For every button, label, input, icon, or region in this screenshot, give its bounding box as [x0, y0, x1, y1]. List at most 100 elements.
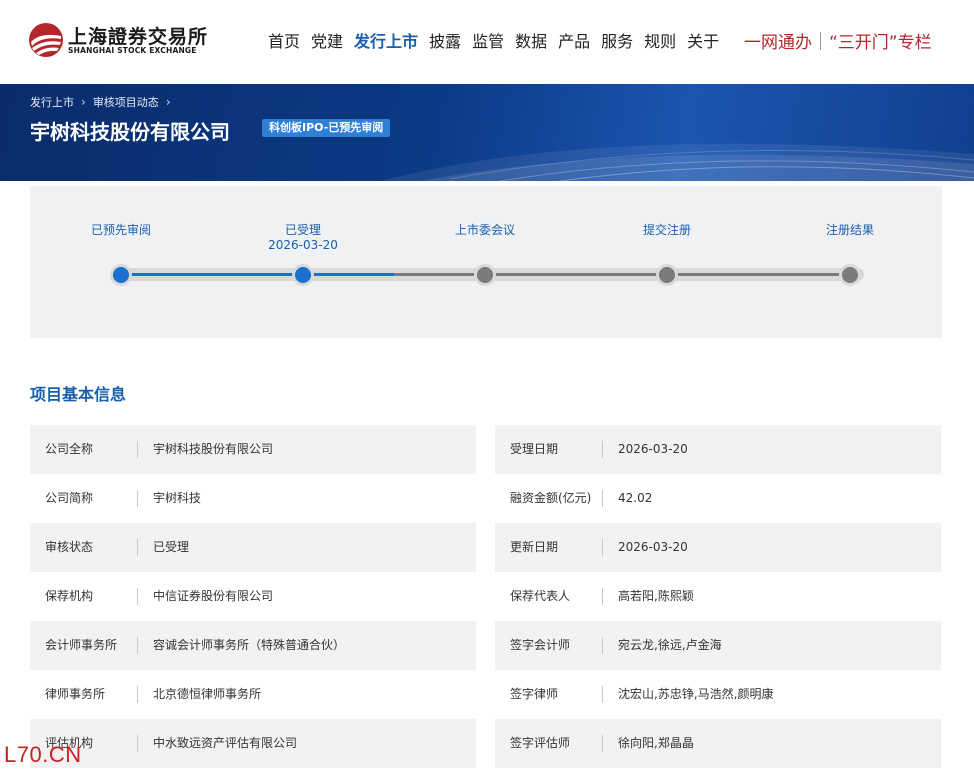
- progress-dot-complete: [110, 264, 132, 286]
- info-value: 中水致远资产评估有限公司: [153, 736, 298, 750]
- info-value: 已受理: [153, 540, 190, 554]
- info-row: 审核状态 已受理: [30, 523, 476, 572]
- progress-dot-pending: [474, 264, 496, 286]
- info-divider: [602, 588, 603, 605]
- info-value: 徐向阳,郑晶晶: [618, 736, 694, 750]
- info-label: 签字律师: [510, 687, 559, 701]
- progress-step-label: 注册结果: [826, 223, 874, 238]
- info-row: 签字会计师 宛云龙,徐远,卢金海: [495, 621, 941, 670]
- sse-logo[interactable]: 上海證券交易所 SHANGHAI STOCK EXCHANGE: [28, 20, 208, 60]
- progress-step-name: 上市委会议: [454, 223, 516, 237]
- nav-item[interactable]: 规则: [644, 28, 676, 52]
- info-label: 公司全称: [45, 442, 94, 456]
- info-label: 签字会计师: [510, 638, 571, 652]
- quick-link-one-stop[interactable]: 一网通办: [744, 28, 812, 53]
- progress-step-name: 提交注册: [642, 223, 692, 237]
- info-value: 沈宏山,苏忠铮,马浩然,颜明康: [618, 687, 774, 701]
- info-value: 42.02: [618, 491, 653, 505]
- progress-step-date: 2026-03-20: [268, 238, 338, 252]
- info-divider: [602, 637, 603, 654]
- nav-item[interactable]: 首页: [268, 28, 300, 52]
- info-divider: [137, 441, 138, 458]
- nav-item[interactable]: 党建: [311, 28, 343, 52]
- breadcrumb-review-news[interactable]: 审核项目动态: [93, 94, 159, 110]
- top-header: 上海證券交易所 SHANGHAI STOCK EXCHANGE 首页 党建 发行上市…: [0, 0, 974, 84]
- info-row: 公司简称 宇树科技: [30, 474, 476, 523]
- info-divider: [137, 686, 138, 703]
- nav-item[interactable]: 服务: [601, 28, 633, 52]
- breadcrumb: 发行上市 › 审核项目动态 ›: [30, 94, 178, 110]
- info-value: 容诚会计师事务所（特殊普通合伙）: [153, 638, 346, 652]
- info-row: 评估机构 中水致远资产评估有限公司: [30, 719, 476, 768]
- info-label: 审核状态: [45, 540, 94, 554]
- info-label: 会计师事务所: [45, 638, 118, 652]
- info-label: 律师事务所: [45, 687, 106, 701]
- progress-step-label: 提交注册: [643, 223, 691, 238]
- info-label: 签字评估师: [510, 736, 571, 750]
- info-value: 2026-03-20: [618, 442, 688, 456]
- info-value: 宇树科技: [153, 491, 202, 505]
- progress-step-name: 注册结果: [825, 223, 875, 237]
- info-divider: [137, 539, 138, 556]
- info-row: 保荐代表人 高若阳,陈熙颖: [495, 572, 941, 621]
- nav-item[interactable]: 披露: [429, 28, 461, 52]
- info-divider: [137, 735, 138, 752]
- info-row: 公司全称 宇树科技股份有限公司: [30, 425, 476, 474]
- project-banner: 发行上市 › 审核项目动态 › 宇树科技股份有限公司 科创板IPO-已预先审阅: [0, 84, 974, 181]
- nav-item[interactable]: 数据: [515, 28, 547, 52]
- chevron-right-icon: ›: [81, 95, 86, 109]
- progress-step-name: 已预先审阅: [90, 223, 152, 237]
- status-badge: 科创板IPO-已预先审阅: [262, 119, 391, 137]
- nav-item[interactable]: 产品: [558, 28, 590, 52]
- progress-dot-pending: [839, 264, 861, 286]
- info-divider: [602, 490, 603, 507]
- info-label: 更新日期: [510, 540, 559, 554]
- quick-links-divider: [820, 31, 821, 50]
- info-row: 签字律师 沈宏山,苏忠铮,马浩然,颜明康: [495, 670, 941, 719]
- info-divider: [602, 686, 603, 703]
- chevron-right-icon: ›: [165, 95, 171, 109]
- sse-logo-icon: [29, 23, 63, 57]
- nav-item[interactable]: 监管: [472, 28, 504, 52]
- info-column-left: 公司全称 宇树科技股份有限公司公司简称 宇树科技审核状态 已受理保荐机构 中信证券股份有…: [30, 425, 476, 768]
- info-row: 保荐机构 中信证券股份有限公司: [30, 572, 476, 621]
- info-divider: [602, 735, 603, 752]
- progress-dot-core: [477, 267, 493, 283]
- info-divider: [602, 441, 603, 458]
- info-row: 更新日期 2026-03-20: [495, 523, 941, 572]
- quick-link-three-doors[interactable]: “三开门”专栏: [829, 28, 932, 53]
- logo-chinese-name: 上海證券交易所: [68, 26, 209, 48]
- breadcrumb-issuance[interactable]: 发行上市: [30, 94, 74, 110]
- info-value: 宇树科技股份有限公司: [153, 442, 274, 456]
- logo-english-name: SHANGHAI STOCK EXCHANGE: [68, 46, 197, 55]
- info-label: 公司简称: [45, 491, 94, 505]
- review-progress: 已预先审阅 已受理 2026-03-20 上市委会议 提交注册 注册结果: [30, 186, 942, 338]
- info-label: 保荐代表人: [510, 589, 571, 603]
- progress-step-label: 已预先审阅: [91, 223, 151, 238]
- progress-line-complete: [122, 273, 394, 276]
- info-divider: [137, 490, 138, 507]
- info-label: 融资金额(亿元): [510, 491, 592, 505]
- nav-item[interactable]: 关于: [687, 28, 719, 52]
- info-value: 中信证券股份有限公司: [153, 589, 274, 603]
- progress-dot-core: [659, 267, 675, 283]
- info-value: 北京德恒律师事务所: [153, 687, 262, 701]
- info-row: 律师事务所 北京德恒律师事务所: [30, 670, 476, 719]
- info-row: 会计师事务所 容诚会计师事务所（特殊普通合伙）: [30, 621, 476, 670]
- info-divider: [602, 539, 603, 556]
- info-label: 受理日期: [510, 442, 559, 456]
- progress-step-label: 已受理 2026-03-20: [268, 223, 338, 253]
- progress-dot-core: [295, 267, 311, 283]
- progress-step-label: 上市委会议: [455, 223, 515, 238]
- progress-dot-core: [113, 267, 129, 283]
- quick-links: 一网通办 “三开门”专栏: [744, 28, 932, 53]
- section-title: 项目基本信息: [30, 385, 127, 404]
- main-nav: 首页 党建 发行上市 披露 监管 数据 产品 服务 规则 关于: [268, 28, 730, 52]
- nav-item[interactable]: 发行上市: [354, 28, 418, 52]
- info-row: 融资金额(亿元) 42.02: [495, 474, 941, 523]
- info-value: 2026-03-20: [618, 540, 688, 554]
- progress-dot-complete: [292, 264, 314, 286]
- info-label: 保荐机构: [45, 589, 94, 603]
- info-divider: [137, 588, 138, 605]
- info-column-right: 受理日期 2026-03-20 融资金额(亿元) 42.02 更新日期 2026-03-2…: [495, 425, 941, 768]
